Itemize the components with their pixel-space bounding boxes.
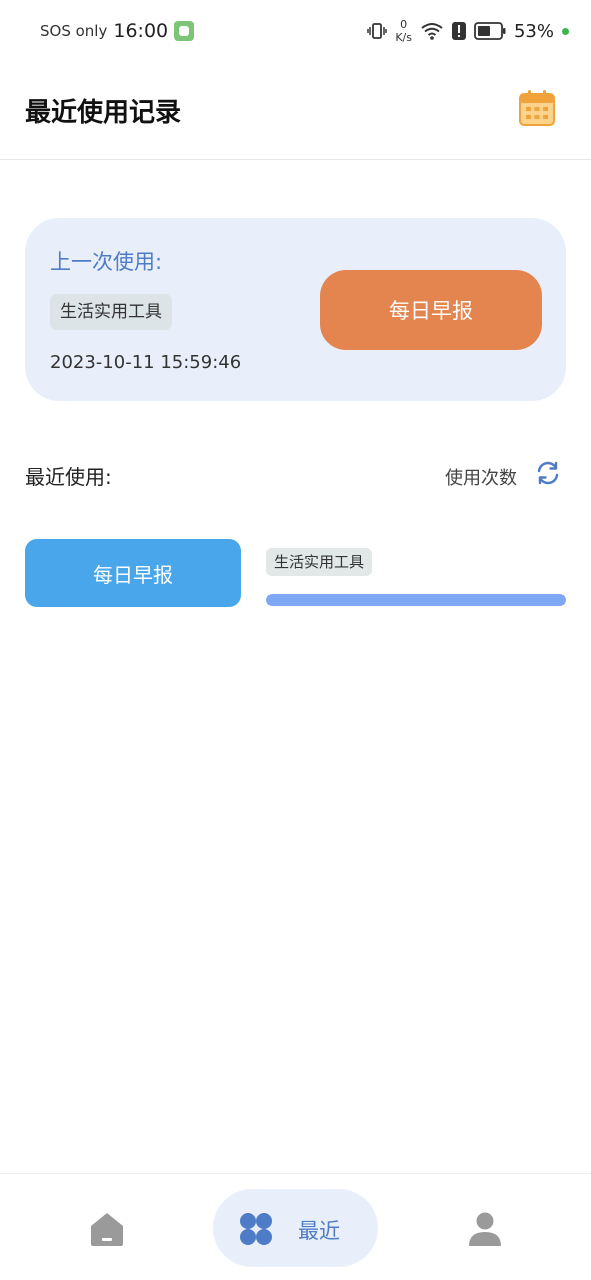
refresh-button[interactable] [535,460,561,486]
sort-by-usage-label[interactable]: 使用次数 [445,464,517,490]
clock: 16:00 [113,20,169,42]
status-left: SOS only 16:00 [40,20,195,42]
last-used-label: 上一次使用: [50,250,163,274]
screen: SOS only 16:00 0 K/s 53% 最近使用记录 上一次使用: 生… [0,0,591,1280]
indicator-dot [562,27,569,35]
last-used-card: 上一次使用: 生活实用工具 2023-10-11 15:59:46 每日早报 [25,218,566,401]
last-used-category-tag: 生活实用工具 [50,294,172,330]
status-right: 0 K/s 53% [367,18,569,44]
network-speed: 0 K/s [395,18,412,44]
network-speed-value: 0 [400,18,408,31]
page-title: 最近使用记录 [25,98,182,128]
nav-home[interactable] [88,1210,126,1248]
wifi-icon [421,23,443,40]
app-header: 最近使用记录 [0,66,591,160]
vibrate-icon [367,23,388,39]
carrier-text: SOS only [40,22,108,40]
nav-profile[interactable] [466,1210,504,1248]
grid-icon [240,1213,272,1245]
battery-percent: 53% [513,20,554,42]
notification-app-icon [174,21,195,41]
recent-tool-category-tag: 生活实用工具 [266,548,373,576]
last-used-time: 2023-10-11 15:59:46 [50,352,242,373]
home-icon [91,1213,123,1246]
bottom-nav: 最近 [0,1173,591,1280]
usage-count-bar [266,594,566,606]
usage-count-bar-fill [266,594,566,606]
calendar-button[interactable] [517,88,557,128]
recent-section-label: 最近使用: [25,465,112,489]
last-used-tool-button[interactable]: 每日早报 [320,270,542,350]
status-bar: SOS only 16:00 0 K/s 53% [0,0,591,66]
battery-icon [474,22,506,40]
nav-recent-label: 最近 [298,1219,340,1243]
network-speed-unit: K/s [395,31,412,44]
refresh-icon [537,461,559,485]
recent-tool-button[interactable]: 每日早报 [25,539,241,607]
profile-icon [469,1212,501,1246]
nav-recent[interactable]: 最近 [213,1189,378,1267]
calendar-icon [519,90,555,126]
alert-icon [451,22,466,40]
